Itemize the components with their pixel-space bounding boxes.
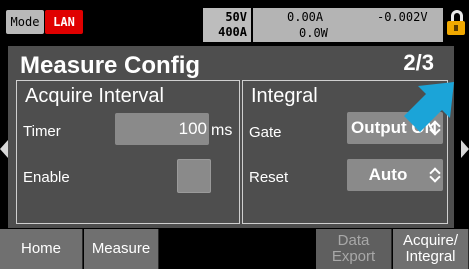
reset-label: Reset [249, 169, 289, 186]
measure-softkey[interactable]: Measure [84, 229, 159, 269]
acquire-interval-group: Acquire Interval Timer 100 ms Enable [16, 80, 240, 224]
enable-label: Enable [23, 169, 70, 186]
range-indicator: 50V 400A [203, 8, 251, 42]
timer-unit: ms [211, 122, 233, 139]
empty-softkey [238, 229, 314, 269]
page-indicator: 2/3 [403, 50, 434, 75]
voltage-range: 50V [225, 10, 247, 24]
acquire-interval-title: Acquire Interval [25, 85, 164, 107]
timer-label: Timer [23, 123, 61, 140]
previous-page-arrow-icon[interactable] [0, 140, 8, 158]
acquire-integral-line1: Acquire/ [402, 232, 459, 249]
page-title: Measure Config [20, 52, 201, 79]
reset-select[interactable]: Auto [347, 159, 443, 191]
lock-body [447, 21, 465, 35]
status-bar: Mode LAN 50V 400A 0.00A -0.002V 0.0W [0, 0, 469, 46]
next-page-arrow-icon[interactable] [461, 140, 469, 158]
lan-badge: LAN [45, 10, 83, 34]
power-readout: 0.0W [299, 26, 328, 40]
voltage-readout: -0.002V [377, 10, 428, 24]
empty-softkey [160, 229, 237, 269]
acquire-integral-softkey[interactable]: Acquire/ Integral [393, 229, 469, 269]
measure-config-panel: Measure Config 2/3 Acquire Interval Time… [8, 46, 454, 228]
data-export-line1: Data [337, 232, 370, 249]
measurement-readout: 0.00A -0.002V 0.0W [253, 8, 443, 42]
home-softkey[interactable]: Home [0, 229, 83, 269]
data-export-line2: Export [331, 248, 376, 265]
integral-title: Integral [251, 85, 318, 107]
data-export-softkey[interactable]: Data Export [316, 229, 392, 269]
current-range: 400A [218, 25, 247, 39]
enable-checkbox[interactable] [177, 159, 211, 193]
timer-input[interactable]: 100 [115, 113, 209, 145]
mode-badge: Mode [6, 10, 44, 34]
gate-label: Gate [249, 124, 282, 141]
softkey-bar: Home Measure Data Export Acquire/ Integr… [0, 229, 469, 269]
updown-chevron-icon [430, 167, 440, 183]
reset-select-value: Auto [368, 165, 408, 184]
lock-icon[interactable] [445, 8, 467, 42]
acquire-integral-line2: Integral [405, 248, 456, 265]
pointer-arrow-icon [404, 82, 454, 132]
current-readout: 0.00A [287, 10, 324, 24]
